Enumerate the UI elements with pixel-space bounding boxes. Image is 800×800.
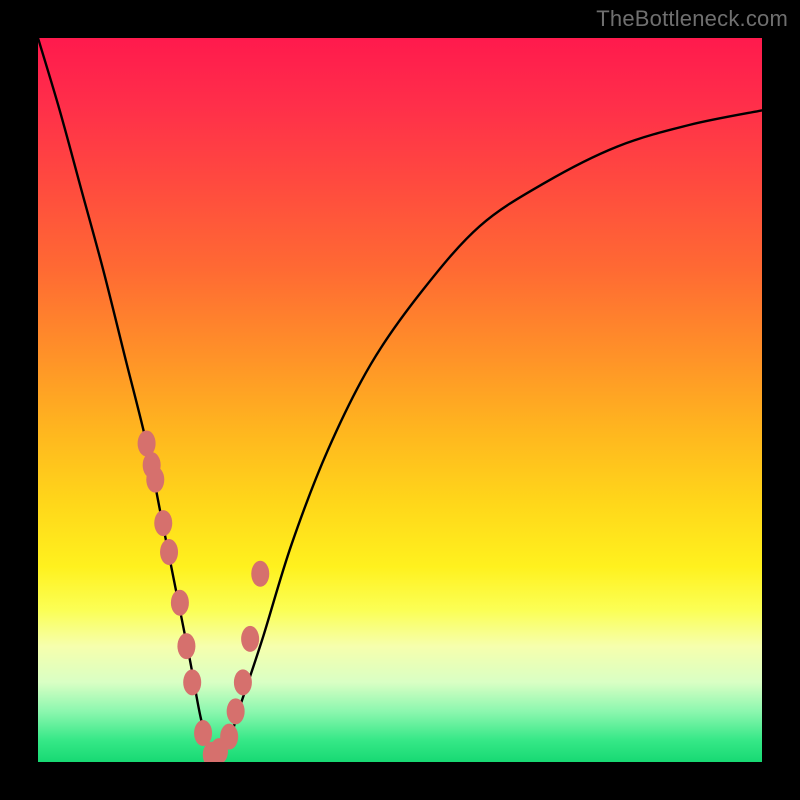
data-marker [171,590,189,616]
curve-layer [38,38,762,762]
data-marker [227,698,245,724]
data-marker [251,561,269,587]
data-marker [241,626,259,652]
data-marker [234,669,252,695]
data-marker [146,467,164,493]
data-marker [183,669,201,695]
data-marker [154,510,172,536]
data-marker [177,633,195,659]
data-marker [220,724,238,750]
chart-frame: TheBottleneck.com [0,0,800,800]
plot-area [38,38,762,762]
data-marker [160,539,178,565]
marker-group [138,430,270,762]
data-marker [194,720,212,746]
bottleneck-curve [38,38,762,757]
watermark-text: TheBottleneck.com [596,6,788,32]
